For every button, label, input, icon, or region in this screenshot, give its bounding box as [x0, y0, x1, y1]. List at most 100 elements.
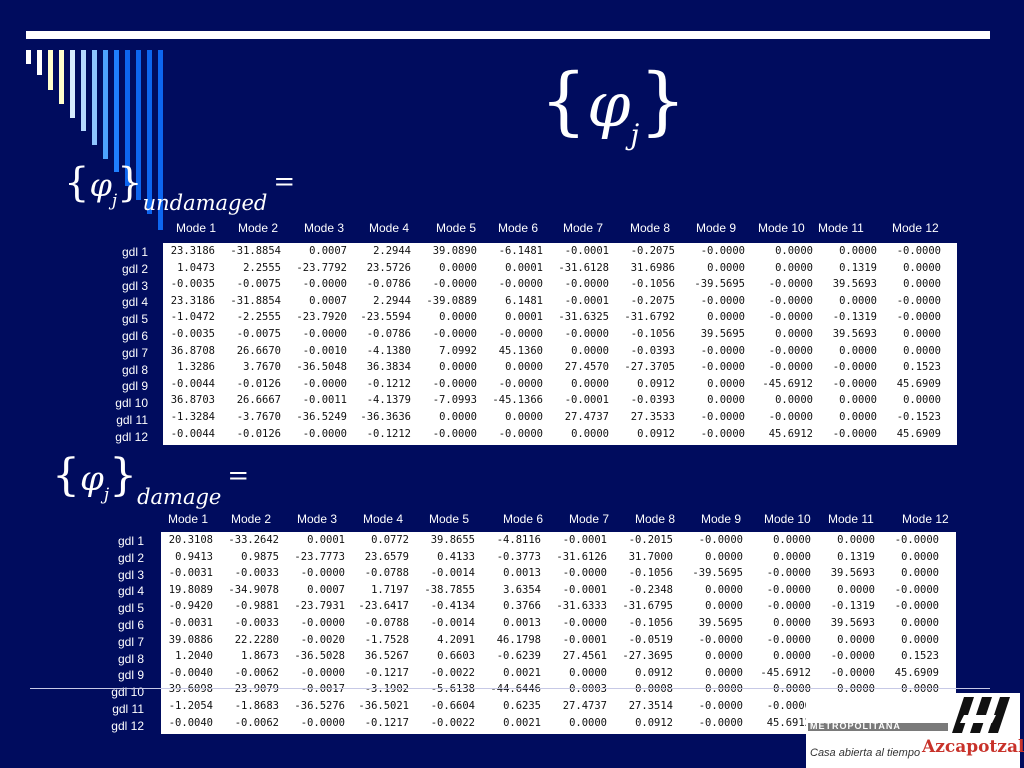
matrix-row: -0.0040 -0.0062 -0.0000 -0.1217 -0.0022 0.002…: [161, 665, 956, 682]
matrix-cell: -0.9420: [168, 600, 213, 613]
matrix-cell: -0.0393: [630, 344, 675, 357]
matrix-cell: -0.1212: [366, 377, 411, 390]
logo-name: Azcapotzalco: [922, 737, 1024, 757]
matrix-cell: -0.0788: [364, 616, 409, 629]
matrix-cell: 39.0890: [432, 245, 477, 257]
mode-header: Mode 6: [503, 512, 544, 526]
matrix-cell: -0.0040: [168, 716, 213, 729]
matrix-cell: 1.7197: [371, 583, 409, 596]
matrix-cell: -36.5276: [294, 699, 345, 712]
matrix-cell: 23.6579: [364, 550, 409, 563]
matrix-cell: -36.5249: [296, 410, 347, 423]
matrix-cell: 0.3766: [503, 600, 541, 613]
matrix-cell: 0.0000: [773, 650, 811, 663]
row-label: gdl 4: [117, 584, 144, 599]
matrix-cell: 0.0013: [503, 567, 541, 580]
logo-band-text: METROPOLITANA: [810, 721, 901, 731]
matrix-cell: -0.0062: [234, 666, 279, 679]
matrix-cell: -31.6795: [622, 600, 673, 613]
matrix-row: 23.3186 -31.8854 0.0007 2.2944 -39.0889 6.148…: [163, 293, 957, 310]
matrix-cell: 7.0992: [439, 344, 477, 357]
matrix-cell: 36.3834: [366, 361, 411, 374]
matrix-cell: -0.0001: [562, 633, 607, 646]
matrix-cell: 0.0000: [837, 534, 875, 546]
row-label: gdl 10: [115, 396, 148, 411]
matrix-cell: -1.7528: [364, 633, 409, 646]
matrix-cell: -0.0000: [300, 716, 345, 729]
mode-header: Mode 9: [701, 512, 742, 526]
matrix-cell: 0.0000: [773, 616, 811, 629]
matrix-cell: 0.0000: [839, 410, 877, 423]
matrix-cell: -0.0001: [564, 294, 609, 307]
matrix-cell: 0.0008: [635, 683, 673, 696]
matrix-cell: -23.7931: [294, 600, 345, 613]
matrix-cell: -0.0020: [300, 633, 345, 646]
matrix-cell: 23.9079: [234, 683, 279, 696]
matrix-cell: -0.0786: [366, 327, 411, 340]
mode-header: Mode 10: [758, 221, 805, 235]
mode-header: Mode 1: [176, 221, 217, 235]
matrix-cell: -0.6239: [496, 650, 541, 663]
matrix-cell: 27.3514: [628, 699, 673, 712]
matrix-cell: -0.0001: [564, 245, 609, 257]
matrix-row: 1.3286 3.7670 -36.5048 36.3834 0.0000 0.0000 2…: [163, 359, 957, 376]
matrix-row: -0.9420 -0.9881 -23.7931 -23.6417 -0.4134 0.3…: [161, 598, 956, 615]
matrix-cell: -0.2075: [630, 294, 675, 307]
mode-header: Mode 11: [828, 512, 874, 526]
matrix-cell: -0.1217: [364, 666, 409, 679]
row-label: gdl 7: [117, 634, 144, 649]
matrix-cell: 31.7000: [628, 550, 673, 563]
matrix-cell: -0.0000: [832, 427, 877, 440]
matrix-row: -0.0044 -0.0126 -0.0000 -0.1212 -0.0000 -0.00…: [163, 376, 957, 393]
row-label: gdl 6: [121, 328, 148, 343]
logo-tagline: Casa abierta al tiempo: [810, 747, 921, 759]
matrix-cell: -0.6604: [430, 699, 475, 712]
matrix-cell: 0.0000: [705, 583, 743, 596]
matrix-cell: -36.3636: [360, 410, 411, 423]
matrix-cell: 0.0000: [571, 377, 609, 390]
matrix-cell: -36.5021: [358, 699, 409, 712]
matrix-cell: -0.0000: [768, 311, 813, 324]
matrix-cell: -27.3705: [624, 361, 675, 374]
matrix-row: 23.3186 -31.8854 0.0007 2.2944 39.0890 -6.148…: [163, 243, 957, 260]
matrix-cell: 23.3186: [170, 245, 215, 257]
matrix-cell: 2.2944: [373, 245, 411, 257]
matrix-cell: 0.0000: [569, 666, 607, 679]
matrix-cell: 39.5693: [832, 327, 877, 340]
matrix-cell: 0.0000: [775, 245, 813, 257]
mode-header: Mode 6: [498, 221, 539, 235]
matrix-cell: -39.0889: [426, 294, 477, 307]
matrix-cell: -4.1380: [366, 344, 411, 357]
matrix-cell: 0.9875: [241, 550, 279, 563]
matrix-cell: -0.0000: [562, 616, 607, 629]
stripe: [48, 50, 53, 90]
matrix-cell: -0.0010: [302, 344, 347, 357]
stripe: [92, 50, 97, 145]
mode-header: Mode 8: [630, 221, 671, 235]
mode-header: Mode 3: [304, 221, 345, 235]
matrix-cell: 0.0000: [773, 683, 811, 696]
matrix-cell: 39.5693: [830, 567, 875, 580]
matrix-cell: -1.2054: [168, 699, 213, 712]
matrix-cell: -0.0000: [698, 699, 743, 712]
matrix-cell: 1.8673: [241, 650, 279, 663]
matrix-cell: 0.0021: [503, 666, 541, 679]
matrix-cell: 3.6354: [503, 583, 541, 596]
matrix-cell: 36.5267: [364, 650, 409, 663]
stripe: [81, 50, 86, 131]
row-label: gdl 9: [117, 668, 144, 683]
undamaged-mode-headers: Mode 1 Mode 2 Mode 3 Mode 4 Mode 5 Mode 6 Mode…: [0, 221, 1024, 237]
matrix-cell: 27.4737: [564, 410, 609, 423]
matrix-cell: -0.0000: [700, 245, 745, 257]
matrix-cell: -0.0035: [170, 278, 215, 291]
matrix-cell: 0.6603: [437, 650, 475, 663]
matrix-cell: 0.0000: [775, 394, 813, 407]
matrix-cell: 39.5695: [700, 327, 745, 340]
matrix-cell: -45.6912: [762, 377, 813, 390]
matrix-cell: -6.1481: [498, 245, 543, 257]
matrix-cell: -0.0000: [302, 327, 347, 340]
mode-header: Mode 4: [369, 221, 410, 235]
stripe: [26, 50, 31, 64]
mode-header: Mode 5: [429, 512, 470, 526]
matrix-cell: -0.0000: [300, 616, 345, 629]
